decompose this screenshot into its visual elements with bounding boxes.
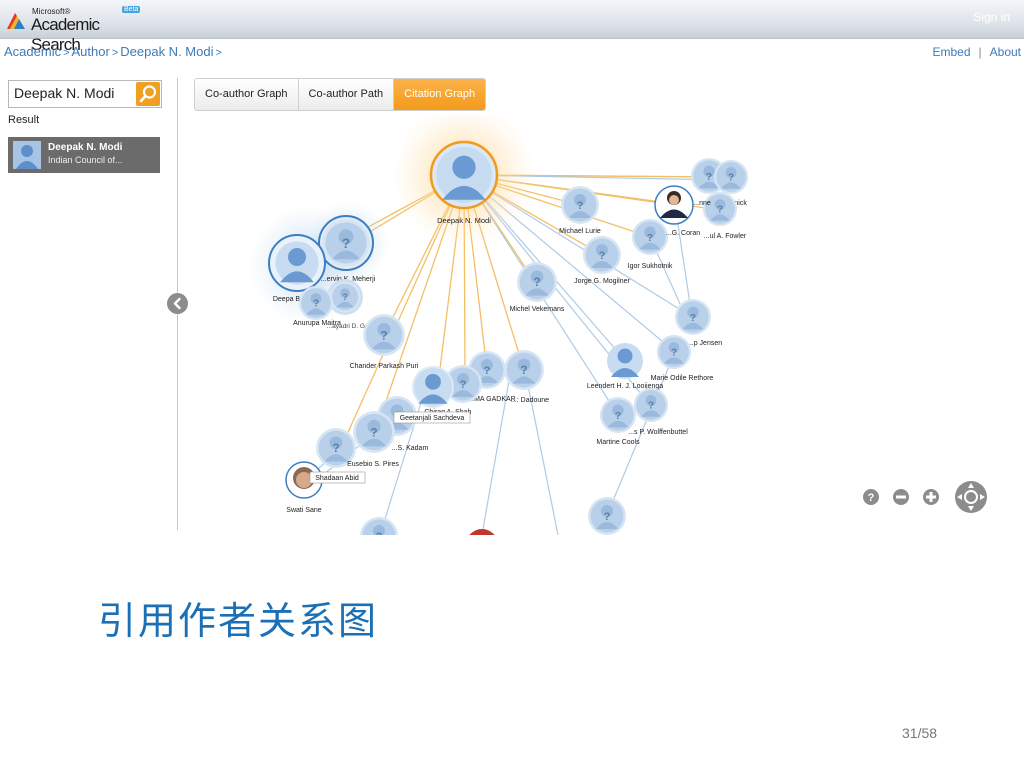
top-links: Embed | About [932,45,1021,59]
graph-node[interactable] [466,529,498,535]
node-label: Igor Sukhotnik [628,263,673,270]
graph-node[interactable] [360,517,398,535]
node-label: Swati Sane [286,507,322,514]
pan-icon[interactable] [955,481,987,513]
breadcrumb-separator: > [63,47,70,59]
result-label: Result [8,114,40,126]
sign-in-link[interactable]: Sign in [973,10,1010,24]
page-number: 31/58 [902,725,938,741]
person-icon [16,145,38,169]
result-name: Deepak N. Modi [48,142,123,153]
graph-node[interactable]: Michel Vekemans [510,262,565,313]
search-input[interactable] [9,81,137,105]
tab-coauthor-graph[interactable]: Co-author Graph [195,79,299,110]
search-icon [139,85,157,103]
graph-node[interactable] [588,497,626,535]
node-label: Shadaan Abid [315,475,359,482]
svg-text:?: ? [868,492,875,504]
node-label: ...S. Kadam [392,445,429,452]
breadcrumb-academic[interactable]: Academic [4,44,61,59]
breadcrumb-author[interactable]: Author [72,44,110,59]
graph-node[interactable] [327,279,363,315]
logo-mark-icon [7,13,25,29]
breadcrumb-separator: > [111,47,119,59]
graph-tabs: Co-author Graph Co-author Path Citation … [194,78,487,111]
graph-node[interactable]: Igor Sukhotnik [628,218,673,270]
embed-link[interactable]: Embed [932,45,970,59]
node-label-center: Deepak N. Modi [437,216,491,225]
node-label: Chander Parkash Puri [350,363,419,370]
tab-citation-graph[interactable]: Citation Graph [394,79,486,110]
node-label: ...ul A. Fowler [704,233,747,240]
node-label: Michel Vekemans [510,306,565,313]
graph-node[interactable]: Martine Cools [596,396,640,446]
avatar [13,141,41,169]
tab-coauthor-path[interactable]: Co-author Path [299,79,395,110]
node-label: Michael Lurie [559,228,601,235]
node-label: ...: Dadoune [511,397,549,404]
graph-node[interactable]: Leendert H. J. Looijenga [587,343,663,390]
academic-search-logo[interactable]: Microsoft® Academic Search Beta [4,4,144,54]
node-label: ...s P. Wolffenbuttel [628,429,688,436]
graph-node[interactable]: ...s P. Wolffenbuttel [628,387,688,436]
node-label: ...p Jensen [688,340,722,347]
result-affiliation: Indian Council of... [48,155,123,165]
breadcrumb: Academic > Author > Deepak N. Modi > [4,44,224,59]
breadcrumb-current[interactable]: Deepak N. Modi [120,44,213,59]
graph-node[interactable]: Michael Lurie [559,186,601,235]
help-icon[interactable]: ? [863,489,879,505]
beta-badge: Beta [122,6,141,13]
breadcrumb-separator: > [215,47,222,59]
zoom-out-icon[interactable] [893,489,909,505]
node-label: Geetanjali Sachdeva [400,415,465,422]
graph-controls: ? [860,480,992,514]
node-label: ...nne [693,200,711,207]
top-bar: Microsoft® Academic Search Beta Sign in [0,0,1024,54]
node-label: Eusebio S. Pires [347,461,399,468]
graph-node[interactable]: Shadaan Abid Swati Sane [285,461,366,514]
node-label: ...G. Coran [666,230,700,237]
search-button[interactable] [136,82,160,106]
node-label: Marie Odile Rethore [651,375,714,382]
graph-controls-icons: ? [863,481,987,513]
citation-graph[interactable]: ? [180,115,1024,535]
search-box [8,80,162,108]
graph-canvas[interactable]: ? [180,115,1024,535]
zoom-in-icon[interactable] [923,489,939,505]
result-item[interactable]: Deepak N. Modi Indian Council of... [8,137,160,173]
node-label: Martine Cools [596,439,640,446]
link-divider: | [978,45,982,59]
node-label: Jorge G. Mogilner [574,278,630,285]
slide-caption: 引用作者关系图 [98,599,379,643]
edge [524,369,559,535]
about-link[interactable]: About [990,45,1021,59]
